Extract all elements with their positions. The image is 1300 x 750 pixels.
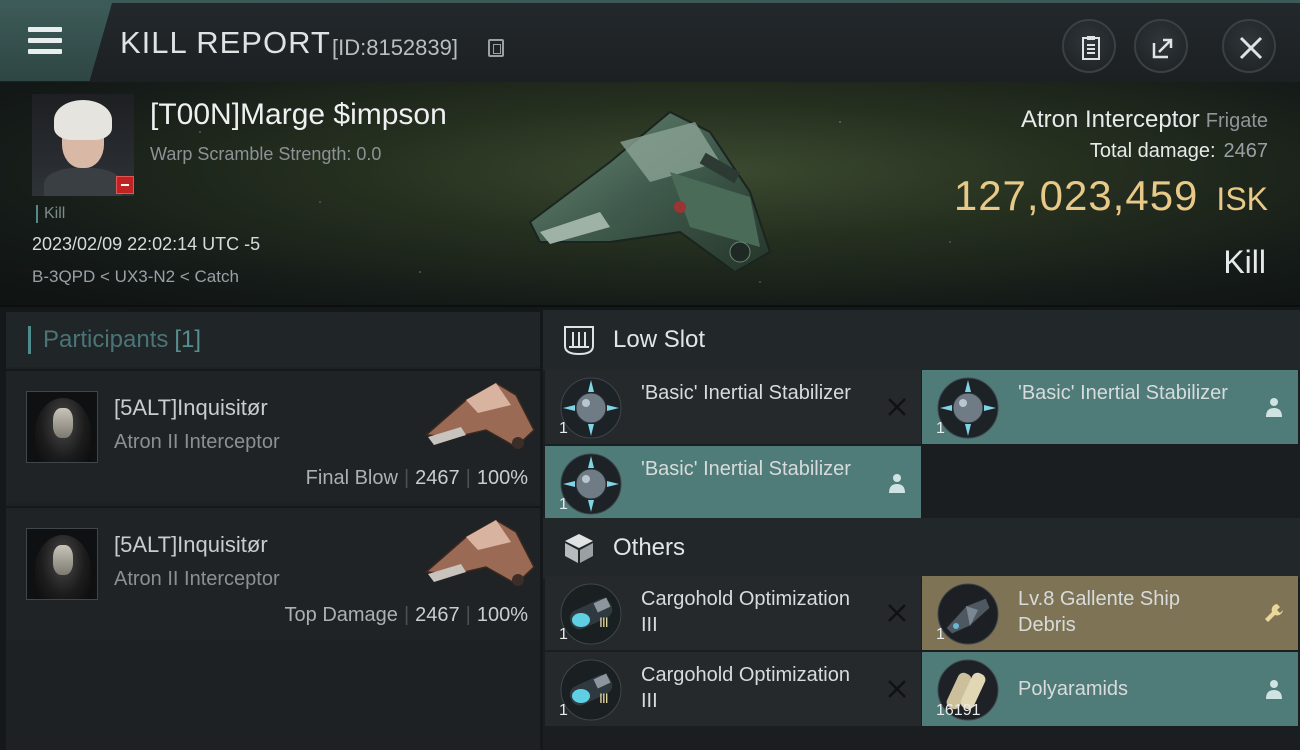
participants-title: Participants [1] (28, 326, 201, 354)
participants-count: [1] (174, 326, 202, 353)
victim-ship[interactable]: Atron Interceptor Frigate (1021, 106, 1268, 134)
low-slot-header: Low Slot (543, 310, 1300, 370)
item-name: Polyaramids (1018, 678, 1129, 700)
inertial-stabilizer-icon (560, 453, 622, 515)
participant-role: Final Blow (305, 467, 398, 489)
clipboard-icon (1082, 36, 1100, 60)
item-name: Lv.8 Gallente Ship Debris (1018, 588, 1180, 636)
item-other-3[interactable]: III 1 Cargohold Optimization III (545, 652, 921, 726)
participants-panel: Participants [1] [5ALT]Inquisitør Atron I… (6, 312, 540, 750)
item-quantity: 1 (936, 420, 945, 437)
total-damage-value: 2467 (1223, 140, 1269, 162)
copy-icon[interactable] (488, 39, 504, 57)
participant-ship-image (424, 519, 535, 586)
cargohold-optimization-icon (560, 583, 622, 645)
item-low-slot-2[interactable]: 1 'Basic' Inertial Stabilizer (922, 370, 1298, 444)
item-low-slot-1[interactable]: 1 'Basic' Inertial Stabilizer (545, 370, 921, 444)
item-quantity: 1 (559, 420, 568, 437)
item-quantity: 1 (559, 702, 568, 719)
kill-type-tag: Kill (36, 205, 65, 223)
participant-role: Top Damage (284, 604, 398, 626)
isk-value: 127,023,459 ISK (954, 172, 1268, 220)
inertial-stabilizer-icon (937, 377, 999, 439)
kill-result: Kill (1223, 244, 1266, 280)
victim-ship-image (528, 110, 772, 274)
participant-damage: 2467 (415, 604, 460, 626)
participant-percent: 100% (476, 604, 528, 626)
warp-scramble-strength: Warp Scramble Strength: 0.0 (150, 144, 382, 164)
page-title: KILL REPORT (120, 25, 331, 60)
participant-ship: Atron II Interceptor (114, 431, 280, 453)
kill-summary-banner: [T00N]Marge $impson Warp Scramble Streng… (0, 82, 1300, 307)
item-quantity: 1 (936, 626, 945, 643)
close-icon (1239, 36, 1263, 60)
item-other-1[interactable]: III 1 Cargohold Optimization III (545, 576, 921, 650)
participant-ship: Atron II Interceptor (114, 568, 280, 590)
report-id: [ID:8152839] (332, 35, 458, 60)
participant-avatar[interactable] (26, 528, 98, 600)
destroyed-x-icon (888, 680, 906, 698)
share-button[interactable] (1134, 19, 1188, 73)
person-icon (1266, 680, 1282, 699)
item-low-slot-3[interactable]: 1 'Basic' Inertial Stabilizer (545, 446, 921, 520)
inertial-stabilizer-icon (560, 377, 622, 439)
item-name: 'Basic' Inertial Stabilizer (641, 458, 851, 480)
low-slot-title: Low Slot (613, 326, 706, 353)
tech-level-tag: III (599, 614, 609, 630)
wrench-icon (1265, 604, 1283, 622)
person-icon (1266, 398, 1282, 417)
participant-row[interactable]: [5ALT]Inquisitør Atron II Interceptor Fi… (6, 369, 540, 503)
destroyed-x-icon (888, 398, 906, 416)
item-name: 'Basic' Inertial Stabilizer (1018, 382, 1228, 404)
item-name: Cargohold Optimization III (641, 664, 850, 712)
item-quantity: 1 (559, 496, 568, 513)
participant-avatar[interactable] (26, 391, 98, 463)
others-header: Others (543, 518, 1300, 578)
close-button[interactable] (1222, 19, 1276, 73)
destroyed-x-icon (888, 604, 906, 622)
menu-button[interactable] (0, 3, 112, 81)
total-damage: Total damage: 2467 (1090, 140, 1268, 163)
kill-datetime: 2023/02/09 22:02:14 UTC -5 (32, 234, 261, 254)
share-icon (1152, 38, 1173, 59)
participant-damage: 2467 (415, 467, 460, 489)
header-bar: KILL REPORT [ID:8152839] (0, 0, 1300, 82)
participant-percent: 100% (476, 467, 528, 489)
clipboard-button[interactable] (1062, 19, 1116, 73)
total-damage-label: Total damage: (1089, 140, 1216, 162)
item-name: Cargohold Optimization III (641, 588, 850, 636)
item-name: 'Basic' Inertial Stabilizer (641, 382, 851, 404)
isk-unit: ISK (1216, 181, 1268, 217)
kill-location[interactable]: B-3QPD < UX3-N2 < Catch (32, 267, 239, 287)
cargohold-optimization-icon (560, 659, 622, 721)
participant-stats: Top Damage | 2467 | 100% (284, 604, 528, 626)
participant-ship-image (424, 382, 535, 449)
participants-title-text: Participants (43, 326, 169, 353)
ship-debris-icon (937, 583, 999, 645)
participant-stats: Final Blow | 2467 | 100% (305, 467, 528, 489)
standing-badge (116, 176, 134, 194)
isk-amount: 127,023,459 (953, 172, 1199, 219)
participants-header: Participants [1] (6, 312, 540, 367)
person-icon (889, 474, 905, 493)
cube-icon (565, 534, 593, 563)
victim-ship-class: Frigate (1205, 110, 1268, 132)
victim-name[interactable]: [T00N]Marge $impson (150, 98, 447, 132)
participant-row[interactable]: [5ALT]Inquisitør Atron II Interceptor To… (6, 506, 540, 640)
item-other-2[interactable]: 1 Lv.8 Gallente Ship Debris (922, 576, 1298, 650)
low-slot-icon (564, 326, 594, 356)
participant-name[interactable]: [5ALT]Inquisitør (114, 532, 268, 558)
others-title: Others (613, 534, 686, 561)
tech-level-tag: III (599, 690, 609, 706)
menu-icon (28, 27, 62, 55)
items-panel: Low Slot 1 'Basic' Inertial Stabilizer 1… (543, 310, 1300, 750)
item-other-4[interactable]: 16191 Polyaramids (922, 652, 1298, 726)
item-quantity: 1 (559, 626, 568, 643)
participant-name[interactable]: [5ALT]Inquisitør (114, 395, 268, 421)
item-quantity: 16191 (936, 702, 981, 719)
victim-ship-name: Atron Interceptor (1020, 106, 1200, 133)
